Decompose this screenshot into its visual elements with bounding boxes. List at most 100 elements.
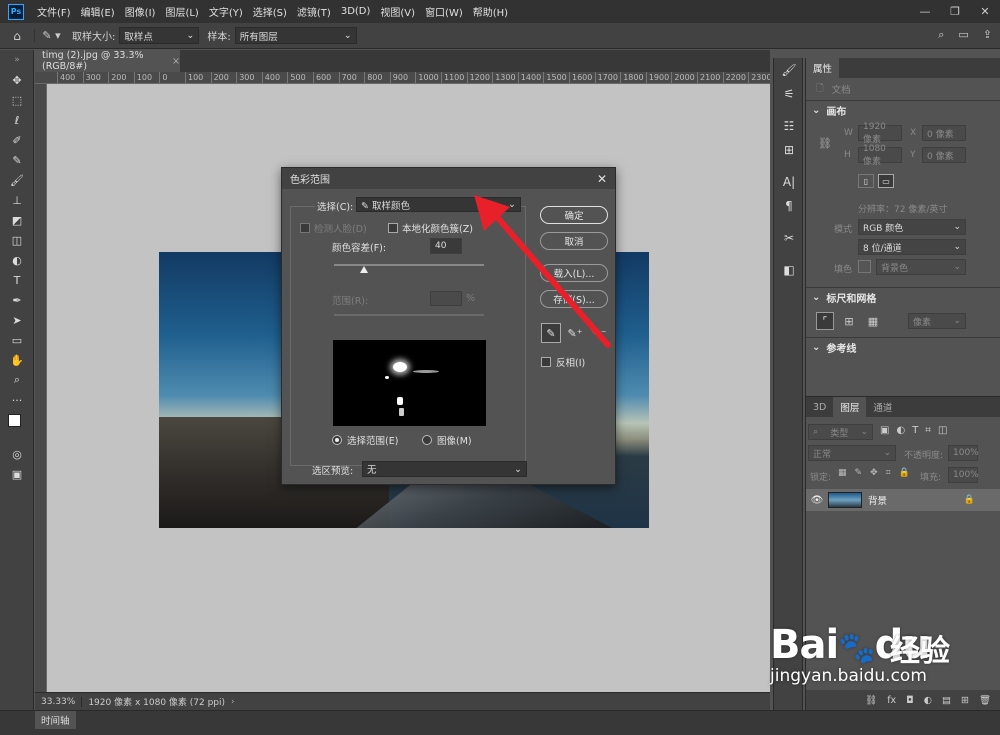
ruler-toggle-icon[interactable]: ⌜ bbox=[816, 312, 834, 330]
workspace-icon[interactable]: ▭ bbox=[958, 28, 968, 42]
menu-view[interactable]: 视图(V) bbox=[375, 4, 420, 19]
select-dropdown[interactable]: ✎ 取样颜色 ⌄ bbox=[356, 197, 521, 212]
rulers-grid-section-header[interactable]: ⌄ 标尺和网格 bbox=[806, 287, 1000, 307]
character-icon[interactable]: A| bbox=[774, 170, 804, 194]
timeline-tab[interactable]: 时间轴 bbox=[35, 711, 76, 729]
lock-all-icon[interactable]: 🔒 bbox=[899, 468, 910, 478]
zoom-tool-icon[interactable]: ⌕ bbox=[0, 370, 34, 390]
more-tools-icon[interactable]: ··· bbox=[0, 390, 34, 410]
portrait-icon[interactable]: ▯ bbox=[858, 174, 874, 188]
menu-type[interactable]: 文字(Y) bbox=[204, 4, 248, 19]
paragraph-icon[interactable]: ¶ bbox=[774, 194, 804, 218]
gradient-tool-icon[interactable]: ◫ bbox=[0, 230, 34, 250]
share-icon[interactable]: ⇪ bbox=[983, 28, 992, 42]
lasso-tool-icon[interactable]: ℓ bbox=[0, 110, 34, 130]
quick-mask-icon[interactable]: ◎ bbox=[0, 444, 34, 464]
lock-image-icon[interactable]: ✎ bbox=[855, 468, 863, 478]
screen-mode-icon[interactable]: ▣ bbox=[0, 464, 34, 484]
styles-icon[interactable]: ⊞ bbox=[774, 138, 804, 162]
fuzziness-slider-thumb[interactable] bbox=[360, 266, 368, 273]
menu-window[interactable]: 窗口(W) bbox=[420, 4, 468, 19]
detect-faces-checkbox[interactable] bbox=[300, 223, 310, 233]
trash-icon[interactable]: 🗑 bbox=[979, 695, 991, 706]
fill-select[interactable]: 背景色 ⌄ bbox=[876, 259, 966, 275]
tab-properties[interactable]: 属性 bbox=[806, 58, 840, 78]
brush-preset-icon[interactable]: 🖌 bbox=[774, 58, 804, 82]
lock-position-icon[interactable]: ✥ bbox=[870, 468, 878, 478]
pen-tool-icon[interactable]: ✒ bbox=[0, 290, 34, 310]
dialog-title-bar[interactable]: 色彩范围 ✕ bbox=[282, 168, 615, 189]
menu-layer[interactable]: 图层(L) bbox=[160, 4, 203, 19]
eye-icon[interactable]: 👁 bbox=[806, 495, 828, 506]
blend-mode-select[interactable]: 正常 ⌄ bbox=[808, 445, 896, 461]
menu-help[interactable]: 帮助(H) bbox=[468, 4, 513, 19]
selection-radio[interactable] bbox=[332, 435, 342, 445]
mask-icon[interactable]: ◘ bbox=[906, 695, 914, 706]
fill-color-swatch[interactable] bbox=[858, 260, 871, 273]
layer-filter-select[interactable]: ⌕ 类型 ⌄ bbox=[808, 424, 873, 440]
lock-artboard-icon[interactable]: ⌗ bbox=[886, 468, 891, 478]
eyedropper-icon[interactable]: ✎ bbox=[541, 323, 561, 343]
sample-size-select[interactable]: 取样点 ⌄ bbox=[119, 27, 200, 44]
eraser-tool-icon[interactable]: ◩ bbox=[0, 210, 34, 230]
color-swatches[interactable] bbox=[0, 410, 34, 444]
lock-transparent-icon[interactable]: ▦ bbox=[838, 468, 847, 478]
search-icon[interactable]: ⌕ bbox=[938, 28, 944, 42]
link-icon[interactable]: ⛓ bbox=[818, 137, 832, 150]
canvas-section-header[interactable]: ⌄ 画布 bbox=[806, 100, 1000, 120]
fx-icon[interactable]: fx bbox=[887, 695, 896, 706]
load-button[interactable]: 载入(L)... bbox=[540, 264, 608, 282]
menu-image[interactable]: 图像(I) bbox=[120, 4, 161, 19]
range-slider-track[interactable] bbox=[334, 314, 484, 316]
document-tab[interactable]: timg (2).jpg @ 33.3%(RGB/8#) × bbox=[35, 50, 180, 72]
tool-presets-icon[interactable]: ✂ bbox=[774, 226, 804, 250]
maximize-button[interactable]: ❐ bbox=[940, 0, 970, 23]
new-layer-icon[interactable]: ⊞ bbox=[961, 695, 969, 706]
bit-depth-select[interactable]: 8 位/通道 ⌄ bbox=[858, 239, 966, 255]
type-filter-icon[interactable]: T bbox=[912, 425, 918, 436]
home-icon[interactable]: ⌂ bbox=[0, 29, 34, 43]
mode-select[interactable]: RGB 颜色 ⌄ bbox=[858, 219, 966, 235]
pixel-filter-icon[interactable]: ▣ bbox=[880, 425, 889, 436]
subtract-from-sample-icon[interactable]: ✎⁻ bbox=[589, 323, 609, 343]
height-field[interactable]: 1080 像素 bbox=[858, 144, 902, 167]
type-tool-icon[interactable]: T bbox=[0, 270, 34, 290]
localized-clusters-checkbox[interactable] bbox=[388, 223, 398, 233]
close-window-button[interactable]: ✕ bbox=[970, 0, 1000, 23]
menu-3d[interactable]: 3D(D) bbox=[336, 6, 376, 17]
menu-edit[interactable]: 编辑(E) bbox=[76, 4, 120, 19]
tab-3d[interactable]: 3D bbox=[806, 397, 833, 417]
chevron-right-icon[interactable]: › bbox=[231, 697, 235, 707]
hand-tool-icon[interactable]: ✋ bbox=[0, 350, 34, 370]
cancel-button[interactable]: 取消 bbox=[540, 232, 608, 250]
tab-channels[interactable]: 通道 bbox=[866, 397, 899, 417]
quick-select-tool-icon[interactable]: ✐ bbox=[0, 130, 34, 150]
adjustment-filter-icon[interactable]: ◐ bbox=[896, 425, 905, 436]
dodge-tool-icon[interactable]: ◐ bbox=[0, 250, 34, 270]
range-field[interactable] bbox=[430, 291, 462, 306]
y-field[interactable]: 0 像素 bbox=[922, 147, 966, 163]
zoom-level[interactable]: 33.33% bbox=[35, 696, 83, 707]
minimize-button[interactable]: — bbox=[910, 0, 940, 23]
collapse-icon[interactable]: » bbox=[0, 50, 34, 70]
fuzziness-field[interactable]: 40 bbox=[430, 238, 462, 254]
invert-checkbox[interactable] bbox=[541, 357, 551, 367]
brush-tool-icon[interactable]: 🖌 bbox=[0, 170, 34, 190]
sample-select[interactable]: 所有图层 ⌄ bbox=[234, 27, 357, 44]
x-field[interactable]: 0 像素 bbox=[922, 125, 966, 141]
opacity-field[interactable]: 100% bbox=[948, 445, 979, 461]
grid-toggle-icon[interactable]: ⊞ bbox=[840, 312, 858, 330]
fuzziness-slider-track[interactable] bbox=[334, 264, 484, 266]
fill-field[interactable]: 100% bbox=[948, 467, 979, 483]
ruler-unit-select[interactable]: 像素 ⌄ bbox=[908, 313, 966, 329]
stamp-tool-icon[interactable]: ⊥ bbox=[0, 190, 34, 210]
libraries-icon[interactable]: ◧ bbox=[774, 258, 804, 282]
tab-layers[interactable]: 图层 bbox=[833, 397, 867, 417]
ok-button[interactable]: 确定 bbox=[540, 206, 608, 224]
width-field[interactable]: 1920 像素 bbox=[858, 122, 902, 145]
path-select-tool-icon[interactable]: ➤ bbox=[0, 310, 34, 330]
selection-preview-select[interactable]: 无 ⌄ bbox=[362, 461, 527, 477]
image-radio[interactable] bbox=[422, 435, 432, 445]
eyedropper-tool-preset-icon[interactable]: ✎ ▾ bbox=[34, 29, 68, 42]
marquee-tool-icon[interactable]: ⬚ bbox=[0, 90, 34, 110]
